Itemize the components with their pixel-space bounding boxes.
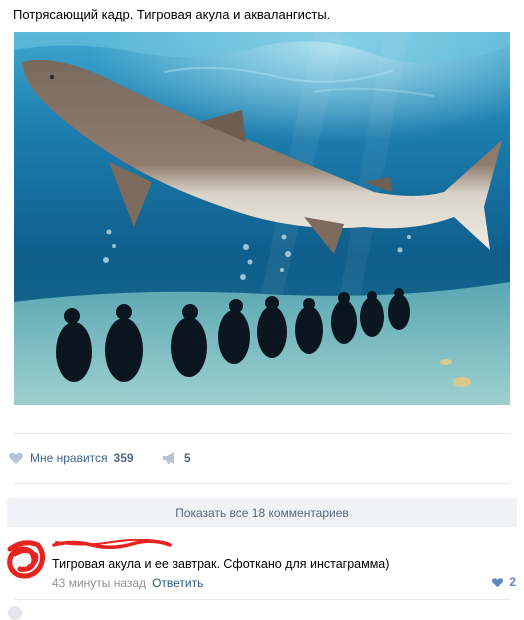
comment-meta: 43 минуты назад Ответить [52,576,203,590]
post-photo[interactable] [14,32,510,405]
like-button[interactable]: Мне нравится 359 [8,447,134,469]
share-button[interactable]: 5 [162,447,191,469]
comment-time: 43 минуты назад [52,576,147,590]
avatar[interactable] [4,537,48,581]
author-name-redacted [52,539,172,549]
post-text: Потрясающий кадр. Тигровая акула и аквал… [13,7,331,22]
heart-icon [9,452,23,464]
share-count: 5 [184,451,191,465]
comment-like-button[interactable]: 2 [491,575,516,589]
like-label: Мне нравится [30,451,108,465]
divider [14,483,510,484]
comment-like-count: 2 [509,575,516,589]
megaphone-icon [163,452,174,464]
reply-link[interactable]: Ответить [152,576,203,590]
shark-divers-image [14,32,510,405]
next-comment-avatar [8,606,22,620]
show-all-comments-button[interactable]: Показать все 18 комментариев [7,498,517,527]
divider [14,599,510,600]
comment-item: Тигровая акула и ее завтрак. Сфоткано дл… [0,535,524,595]
heart-icon [492,578,504,588]
like-count: 359 [113,451,134,465]
comment-text: Тигровая акула и ее завтрак. Сфоткано дл… [52,557,390,571]
divider [14,433,510,434]
